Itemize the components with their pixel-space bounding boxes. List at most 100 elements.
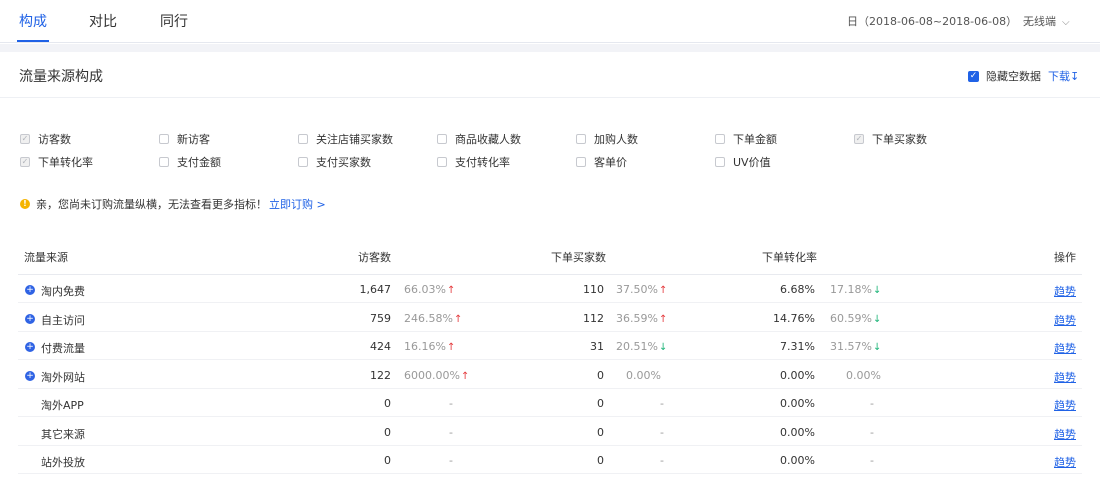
order-rate-value: 6.68%	[780, 283, 815, 296]
download-icon: ↧	[1070, 70, 1080, 83]
checkbox-checked-icon[interactable]: ✓	[20, 157, 30, 167]
metric-option[interactable]: 新访客	[159, 131, 210, 147]
checkbox-checked-icon[interactable]: ✓	[854, 134, 864, 144]
visitors-change-text: -	[449, 454, 453, 467]
visitors-change-text: 16.16%	[404, 340, 446, 353]
column-header-order-buyers: 下单买家数	[551, 251, 606, 264]
source-name: 站外投放	[41, 456, 85, 469]
checkbox-icon[interactable]	[437, 134, 447, 144]
order-buyers-change-text: 37.50%	[616, 283, 658, 296]
hide-empty-toggle[interactable]: ✓ 隐藏空数据	[968, 68, 1041, 84]
trend-link[interactable]: 趋势	[1054, 340, 1076, 356]
table-row: 站外投放 0 - 0 - 0.00% - 趋势	[18, 446, 1082, 474]
expand-plus-icon[interactable]: +	[25, 342, 35, 352]
metric-option[interactable]: 加购人数	[576, 131, 638, 147]
order-buyers-value: 0	[597, 368, 604, 382]
trend-link[interactable]: 趋势	[1054, 426, 1076, 442]
panel-divider	[0, 97, 1100, 98]
tab-peers[interactable]: 同行	[160, 11, 188, 31]
expand-plus-icon[interactable]: +	[25, 285, 35, 295]
metric-option[interactable]: 商品收藏人数	[437, 131, 521, 147]
trend-link[interactable]: 趋势	[1054, 369, 1076, 385]
checkbox-icon[interactable]	[576, 157, 586, 167]
source-name: 淘外网站	[41, 370, 85, 384]
trend-link[interactable]: 趋势	[1054, 397, 1076, 413]
order-buyers-change-text: -	[660, 425, 664, 439]
order-rate-value: 14.76%	[773, 311, 815, 325]
arrow-up-icon: ↑	[446, 285, 456, 296]
tab-comparison[interactable]: 对比	[89, 11, 117, 31]
arrow-down-icon: ↓	[872, 285, 882, 296]
metric-option[interactable]: UV价值	[715, 154, 771, 170]
metric-label: 下单转化率	[38, 156, 93, 169]
download-link[interactable]: 下载↧	[1048, 68, 1079, 84]
checkbox-icon[interactable]	[298, 134, 308, 144]
subscription-notice: ! 亲，您尚未订购流量纵横，无法查看更多指标！ 立即订购 >	[20, 196, 326, 212]
order-buyers-change: 37.50%↑	[616, 283, 667, 296]
expand-plus-icon[interactable]: +	[25, 313, 35, 324]
checkbox-icon[interactable]	[715, 157, 725, 167]
arrow-down-icon: ↓	[658, 342, 668, 353]
trend-link[interactable]: 趋势	[1054, 283, 1076, 299]
order-rate-change: 17.18%↓	[830, 283, 881, 296]
metric-option[interactable]: 客单价	[576, 154, 627, 170]
source-name: 淘外APP	[41, 399, 84, 412]
metric-option[interactable]: 支付买家数	[298, 154, 371, 170]
section-gap	[0, 44, 1100, 52]
subscribe-now-link[interactable]: 立即订购 >	[269, 196, 326, 212]
metric-option[interactable]: ✓ 访客数	[20, 131, 71, 147]
metric-label: 客单价	[594, 156, 627, 169]
chevron-down-icon: ⌵	[1062, 17, 1070, 28]
checkbox-icon[interactable]	[159, 157, 169, 167]
checkbox-icon[interactable]	[298, 157, 308, 167]
order-rate-change-text: 0.00%	[846, 368, 881, 382]
order-rate-change: 0.00%	[846, 369, 881, 382]
order-rate-change-text: 17.18%	[830, 283, 872, 296]
metric-option[interactable]: ✓ 下单买家数	[854, 131, 927, 147]
table-row: + 付费流量 424 16.16%↑ 31 20.51%↓ 7.31% 31.57%↓ 趋势	[18, 332, 1082, 360]
table-row: + 淘内免费 1,647 66.03%↑ 110 37.50%↑ 6.68% 17.18%↓ 趋…	[18, 275, 1082, 303]
order-rate-change-text: 31.57%	[830, 340, 872, 353]
order-rate-change: 60.59%↓	[830, 312, 881, 325]
checkbox-icon[interactable]	[437, 157, 447, 167]
table-row: 淘外APP 0 - 0 - 0.00% - 趋势	[18, 389, 1082, 417]
device-selector[interactable]: 无线端 ⌵	[1023, 13, 1070, 29]
order-rate-value: 0.00%	[780, 454, 815, 467]
source-name: 其它来源	[41, 427, 85, 441]
checkbox-icon[interactable]	[715, 134, 725, 144]
source-name: 付费流量	[41, 342, 85, 355]
order-buyers-change: 0.00%	[626, 369, 661, 382]
metric-label: 关注店铺买家数	[316, 133, 393, 146]
metric-option[interactable]: 下单金额	[715, 131, 777, 147]
metric-option[interactable]: 支付金额	[159, 154, 221, 170]
date-range-selector[interactable]: 日（2018-06-08~2018-06-08） ⌵	[847, 13, 1031, 29]
order-rate-change-text: 60.59%	[830, 311, 872, 325]
metric-option[interactable]: ✓ 下单转化率	[20, 154, 93, 170]
order-buyers-change-text: -	[660, 454, 664, 467]
visitors-value: 0	[384, 425, 391, 439]
metric-option[interactable]: 关注店铺买家数	[298, 131, 393, 147]
order-rate-value: 7.31%	[780, 340, 815, 353]
tab-composition[interactable]: 构成	[19, 11, 47, 31]
trend-link[interactable]: 趋势	[1054, 312, 1076, 328]
column-header-source: 流量来源	[24, 251, 68, 264]
metric-label: 下单金额	[733, 133, 777, 146]
order-rate-value: 0.00%	[780, 425, 815, 439]
table-row: 其它来源 0 - 0 - 0.00% - 趋势	[18, 418, 1082, 446]
checkbox-checked-icon[interactable]: ✓	[968, 70, 979, 82]
expand-plus-icon[interactable]: +	[25, 370, 35, 381]
visitors-change: -	[449, 397, 453, 410]
visitors-change-text: 246.58%	[404, 311, 453, 325]
visitors-change-text: -	[449, 425, 453, 439]
metric-label: UV价值	[733, 156, 771, 169]
metric-label: 加购人数	[594, 133, 638, 146]
source-name: 自主访问	[41, 313, 85, 327]
checkbox-checked-icon[interactable]: ✓	[20, 134, 30, 144]
table-row: + 自主访问 759 246.58%↑ 112 36.59%↑ 14.76% 60.59%↓ 趋…	[18, 304, 1082, 332]
trend-link[interactable]: 趋势	[1054, 454, 1076, 470]
metric-option[interactable]: 支付转化率	[437, 154, 510, 170]
checkbox-icon[interactable]	[576, 134, 586, 144]
visitors-change: 16.16%↑	[404, 340, 455, 353]
metric-label: 支付转化率	[455, 156, 510, 169]
checkbox-icon[interactable]	[159, 134, 169, 144]
